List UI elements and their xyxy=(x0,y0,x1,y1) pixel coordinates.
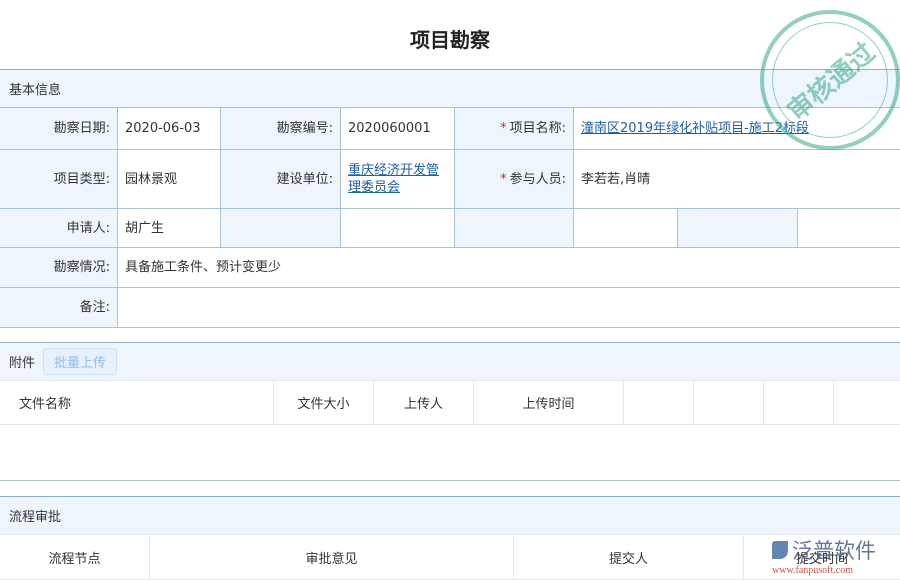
basic-info-form: 勘察日期: 2020-06-03 勘察编号: 2020060001 *项目名称:… xyxy=(0,107,900,327)
column-header xyxy=(694,381,764,425)
section-title: 附件 xyxy=(9,352,35,371)
approval-table: 流程节点 审批意见 提交人 提交时间 xyxy=(0,534,900,580)
survey-no-label: 勘察编号: xyxy=(221,108,341,150)
column-header: 审批意见 xyxy=(150,535,514,580)
label-text: 项目名称: xyxy=(510,120,566,137)
project-type-value: 园林景观 xyxy=(118,150,221,209)
column-header: 上传时间 xyxy=(474,381,624,425)
empty-value xyxy=(341,209,455,248)
survey-no-value: 2020060001 xyxy=(341,108,455,150)
section-title: 基本信息 xyxy=(9,79,61,98)
empty-label xyxy=(455,209,574,248)
page-title: 项目勘察 xyxy=(0,24,900,53)
label-text: 参与人员: xyxy=(510,171,566,188)
empty-value xyxy=(798,209,900,248)
required-mark: * xyxy=(500,171,507,188)
column-header xyxy=(624,381,694,425)
section-basic-info: 基本信息 xyxy=(0,69,900,107)
section-title: 流程审批 xyxy=(9,506,61,525)
survey-date-label: 勘察日期: xyxy=(0,108,118,150)
column-header: 提交时间 xyxy=(744,535,900,580)
applicant-label: 申请人: xyxy=(0,209,118,248)
survey-date-value: 2020-06-03 xyxy=(118,108,221,150)
attachments-table: 文件名称 文件大小 上传人 上传时间 xyxy=(0,380,900,481)
project-type-label: 项目类型: xyxy=(0,150,118,209)
column-header: 文件大小 xyxy=(274,381,374,425)
applicant-value: 胡广生 xyxy=(118,209,221,248)
required-mark: * xyxy=(500,120,507,137)
participants-value: 李若若,肖晴 xyxy=(574,150,900,209)
empty-label xyxy=(678,209,798,248)
column-header xyxy=(834,381,900,425)
section-approval: 流程审批 xyxy=(0,496,900,534)
project-name-label: *项目名称: xyxy=(455,108,574,150)
column-header: 提交人 xyxy=(514,535,744,580)
section-attachments: 附件批量上传 xyxy=(0,342,900,380)
project-name-link[interactable]: 潼南区2019年绿化补贴项目-施工2标段 xyxy=(581,120,809,137)
column-header: 流程节点 xyxy=(0,535,150,580)
situation-label: 勘察情况: xyxy=(0,248,118,288)
builder-link[interactable]: 重庆经济开发管理委员会 xyxy=(348,162,447,196)
builder-label: 建设单位: xyxy=(221,150,341,209)
column-header xyxy=(764,381,834,425)
column-header: 上传人 xyxy=(374,381,474,425)
column-header: 文件名称 xyxy=(0,381,274,425)
situation-value: 具备施工条件、预计变更少 xyxy=(118,248,900,288)
builder-value: 重庆经济开发管理委员会 xyxy=(341,150,455,209)
participants-label: *参与人员: xyxy=(455,150,574,209)
project-name-value: 潼南区2019年绿化补贴项目-施工2标段 xyxy=(574,108,900,150)
batch-upload-button[interactable]: 批量上传 xyxy=(43,348,117,375)
remark-label: 备注: xyxy=(0,288,118,328)
empty-value xyxy=(574,209,678,248)
remark-value xyxy=(118,288,900,328)
empty-label xyxy=(221,209,341,248)
